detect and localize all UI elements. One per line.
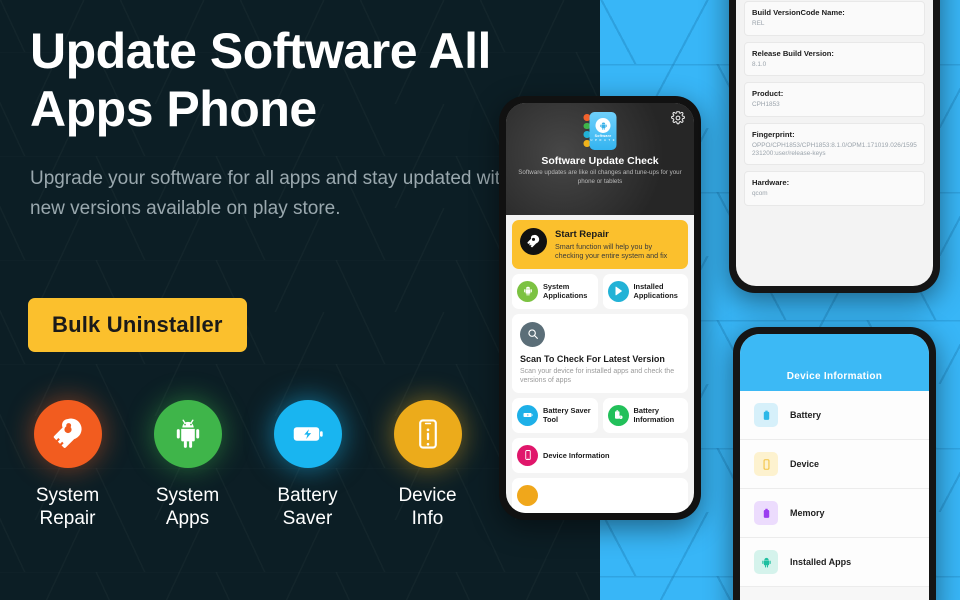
scan-latest-version-card[interactable]: Scan To Check For Latest Version Scan yo… bbox=[512, 313, 688, 393]
app-subtitle: Software updates are like oil changes an… bbox=[518, 169, 682, 185]
list-item-label: Memory bbox=[790, 508, 825, 518]
list-item-device[interactable]: Device bbox=[740, 440, 929, 489]
feature-label: System Repair bbox=[35, 485, 100, 529]
tile-label: Installed Applications bbox=[633, 282, 678, 301]
feature-item-battery-saver[interactable]: Battery Saver bbox=[265, 400, 350, 530]
info-row[interactable]: Build VersionCode Name: REL bbox=[744, 1, 925, 36]
feature-label: Device Info bbox=[398, 485, 457, 529]
info-key: Build VersionCode Name: bbox=[752, 8, 845, 18]
battery-info-icon: i bbox=[607, 404, 629, 426]
list-item-label: Installed Apps bbox=[790, 557, 852, 567]
hero-subtitle: Upgrade your software for all apps and s… bbox=[30, 168, 511, 219]
list-item-label: Device bbox=[790, 459, 820, 469]
tile-device-information[interactable]: Device Information bbox=[512, 437, 688, 473]
scan-desc: Scan your device for installed apps and … bbox=[520, 367, 675, 384]
device-information-header: Device Information bbox=[740, 334, 929, 391]
list-item-battery[interactable]: Battery bbox=[740, 391, 929, 440]
tile-label: Battery Information bbox=[633, 406, 675, 425]
feature-label: Battery Saver bbox=[277, 485, 338, 529]
info-row[interactable]: Release Build Version: 8.1.0 bbox=[744, 41, 925, 77]
feature-label: System Apps bbox=[155, 485, 220, 529]
info-key: Product: bbox=[752, 89, 784, 99]
battery-icon bbox=[754, 403, 778, 427]
info-row[interactable]: Product: CPH1853 bbox=[744, 82, 925, 117]
phone-icon bbox=[754, 452, 778, 476]
phone-mockup-center: Software U P D A T E Software Update Che… bbox=[499, 96, 701, 520]
tile-battery-information[interactable]: i Battery Information bbox=[602, 397, 688, 433]
hero-block: Update Software All Apps Phone Upgrade y… bbox=[30, 22, 550, 224]
start-repair-title: Start Repair bbox=[555, 229, 609, 240]
tile-label: System Applications bbox=[543, 282, 588, 301]
tile-battery-saver-tool[interactable]: Battery Saver Tool bbox=[512, 397, 598, 433]
tile-row-2: Battery Saver Tool i Battery Information bbox=[512, 397, 688, 433]
device-build-info-list: Model: CPH1853 Build VersionCode Name: R… bbox=[736, 0, 933, 220]
info-value: REL bbox=[752, 20, 765, 28]
list-item-memory[interactable]: Memory bbox=[740, 489, 929, 538]
tools-icon bbox=[517, 484, 538, 506]
app-body: Start Repair Smart function will help yo… bbox=[506, 215, 694, 513]
gear-wrench-icon bbox=[33, 400, 102, 468]
android-robot-icon bbox=[153, 400, 222, 468]
info-key: Hardware: bbox=[752, 178, 790, 188]
phone-icon bbox=[517, 444, 538, 466]
app-title: Software Update Check bbox=[541, 155, 659, 167]
list-item-installed-apps[interactable]: Installed Apps bbox=[740, 538, 929, 587]
feature-item-system-repair[interactable]: System Repair bbox=[25, 400, 110, 530]
info-value: 8.1.0 bbox=[752, 60, 767, 68]
battery-bolt-icon bbox=[273, 400, 342, 468]
battery-icon bbox=[517, 404, 538, 426]
phone-right-bottom-screen: Device Information Battery Device Memory bbox=[740, 334, 929, 600]
android-robot-icon bbox=[754, 550, 778, 574]
bulk-uninstaller-button[interactable]: Bulk Uninstaller bbox=[28, 298, 247, 352]
phone-center-screen: Software U P D A T E Software Update Che… bbox=[506, 103, 694, 513]
feature-list: System Repair System Apps Battery Saver … bbox=[25, 400, 470, 530]
phone-right-top-screen: Model: CPH1853 Build VersionCode Name: R… bbox=[736, 0, 933, 286]
play-store-icon bbox=[607, 280, 629, 302]
start-repair-card[interactable]: Start Repair Smart function will help yo… bbox=[512, 220, 688, 269]
feature-item-system-apps[interactable]: System Apps bbox=[145, 400, 230, 530]
phone-mockup-right-top: Model: CPH1853 Build VersionCode Name: R… bbox=[729, 0, 940, 293]
info-row[interactable]: Fingerprint: OPPO/CPH1853/CPH1853:8.1.0/… bbox=[744, 122, 925, 166]
app-logo-card: Software U P D A T E bbox=[589, 112, 617, 150]
info-key: Release Build Version: bbox=[752, 48, 834, 58]
app-header: Software U P D A T E Software Update Che… bbox=[506, 103, 694, 215]
tile-label: Battery Saver Tool bbox=[543, 406, 591, 425]
gear-icon[interactable] bbox=[671, 110, 685, 125]
android-robot-icon bbox=[595, 118, 611, 134]
page-title: Update Software All Apps Phone bbox=[30, 23, 491, 137]
search-magnifier-icon bbox=[520, 321, 545, 347]
tile-installed-applications[interactable]: Installed Applications bbox=[602, 273, 688, 309]
tile-label: Device Information bbox=[543, 450, 610, 460]
info-value: OPPO/CPH1853/CPH1853:8.1.0/OPM1.171019.0… bbox=[752, 141, 917, 158]
gear-wrench-icon bbox=[520, 228, 547, 255]
phone-info-icon bbox=[393, 400, 462, 468]
device-information-title: Device Information bbox=[786, 371, 883, 382]
feature-item-device-info[interactable]: Device Info bbox=[385, 400, 470, 530]
poster-stage: Update Software All Apps Phone Upgrade y… bbox=[0, 0, 960, 600]
info-value: CPH1853 bbox=[752, 101, 780, 109]
tile-partial-next[interactable] bbox=[512, 477, 688, 513]
list-item-label: Battery bbox=[790, 410, 822, 420]
tile-system-applications[interactable]: System Applications bbox=[512, 273, 598, 309]
app-logo-icon: Software U P D A T E bbox=[583, 112, 617, 150]
phone-mockup-right-bottom: Device Information Battery Device Memory bbox=[733, 327, 936, 600]
tile-row-1: System Applications Installed Applicatio… bbox=[512, 273, 688, 309]
app-logo-sublabel: U P D A T E bbox=[590, 139, 616, 142]
info-row[interactable]: Hardware: qcom bbox=[744, 171, 925, 206]
android-robot-icon bbox=[517, 280, 538, 302]
start-repair-desc: Smart function will help you by checking… bbox=[555, 242, 668, 261]
info-key: Fingerprint: bbox=[752, 129, 795, 139]
memory-icon bbox=[754, 501, 778, 525]
scan-title: Scan To Check For Latest Version bbox=[520, 353, 665, 364]
info-value: qcom bbox=[752, 190, 768, 198]
